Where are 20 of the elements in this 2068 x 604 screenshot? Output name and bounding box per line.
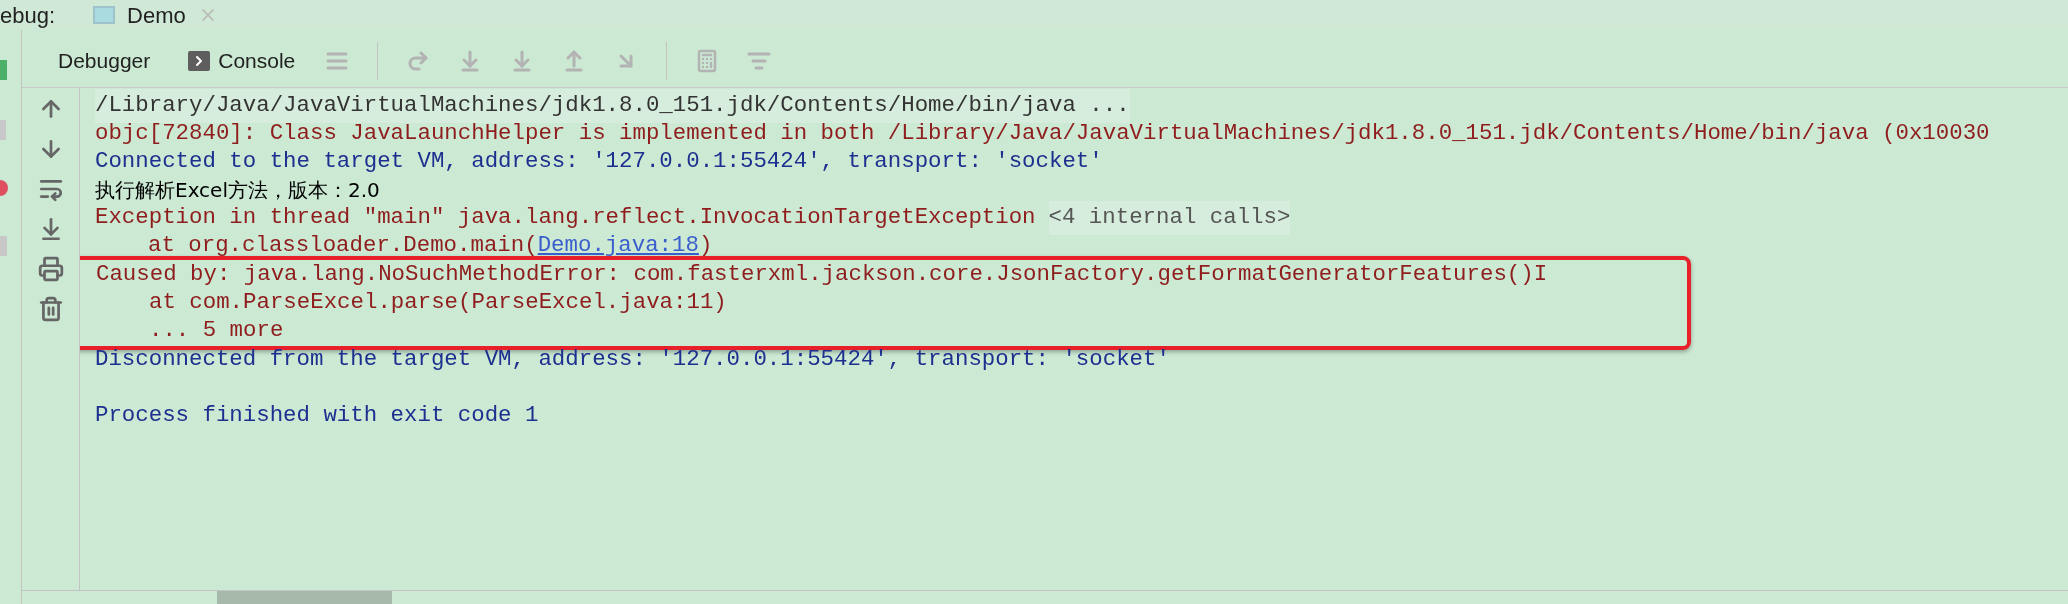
console-text: at org.classloader.Demo.main( <box>148 231 538 261</box>
panel-tab[interactable]: Debugger <box>58 44 151 77</box>
console-text: ) <box>698 231 713 261</box>
scrollbar-thumb[interactable] <box>217 591 392 604</box>
console-text: /Library/Java/JavaVirtualMachines/jdk1.8.0_151.jdk/Contents/Home/bin/java ... <box>95 89 1130 123</box>
folded-calls[interactable]: <4 internal calls> <box>1048 201 1291 235</box>
print-icon[interactable] <box>37 256 64 282</box>
console-text: Connected to the target VM, address: '127.0.0.1:55424', transport: 'socket' <box>95 147 1103 177</box>
console-text: at com.ParseExcel.parse(ParseExcel.java:11) <box>149 288 727 318</box>
window-icon <box>93 6 116 24</box>
console-text: Process finished with exit code 1 <box>95 401 539 431</box>
console-text: Disconnected from the target VM, address: '127.0.0.1:55424', transport: 'socket' <box>95 345 1170 375</box>
console-text: Caused by: java.lang.NoSuchMethodError: com.fasterxml.jackson.core.JsonFactory.getFormatGeneratorFeatures()I <box>96 260 1548 290</box>
console-text: ... 5 more <box>149 316 284 346</box>
terminal-icon <box>188 50 211 71</box>
console-text: 执行解析Excel方法，版本：2.0 <box>95 177 380 204</box>
trash-icon[interactable] <box>37 296 64 322</box>
panel-title: ebug: <box>0 1 56 30</box>
panel-tab[interactable]: Console <box>188 44 296 77</box>
session-tab[interactable]: Demo <box>93 0 218 32</box>
